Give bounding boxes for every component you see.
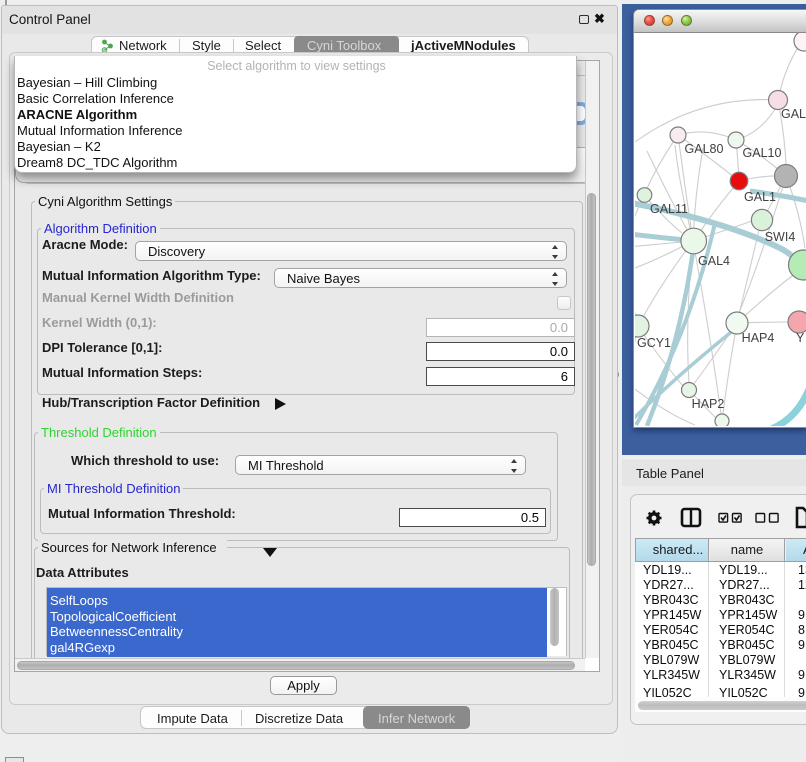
svg-text:GAL7: GAL7 [781, 107, 806, 121]
svg-text:GAL1: GAL1 [744, 190, 776, 204]
svg-text:GAL10: GAL10 [743, 146, 782, 160]
svg-text:GAL11: GAL11 [650, 202, 688, 216]
svg-text:GAL4: GAL4 [698, 254, 730, 268]
svg-text:HAP2: HAP2 [692, 397, 725, 411]
svg-text:GCY1: GCY1 [637, 336, 671, 350]
svg-text:SWI4: SWI4 [765, 230, 796, 244]
svg-text:HAP4: HAP4 [742, 331, 775, 345]
svg-text:Y: Y [796, 331, 805, 345]
svg-text:GAL80: GAL80 [685, 142, 724, 156]
